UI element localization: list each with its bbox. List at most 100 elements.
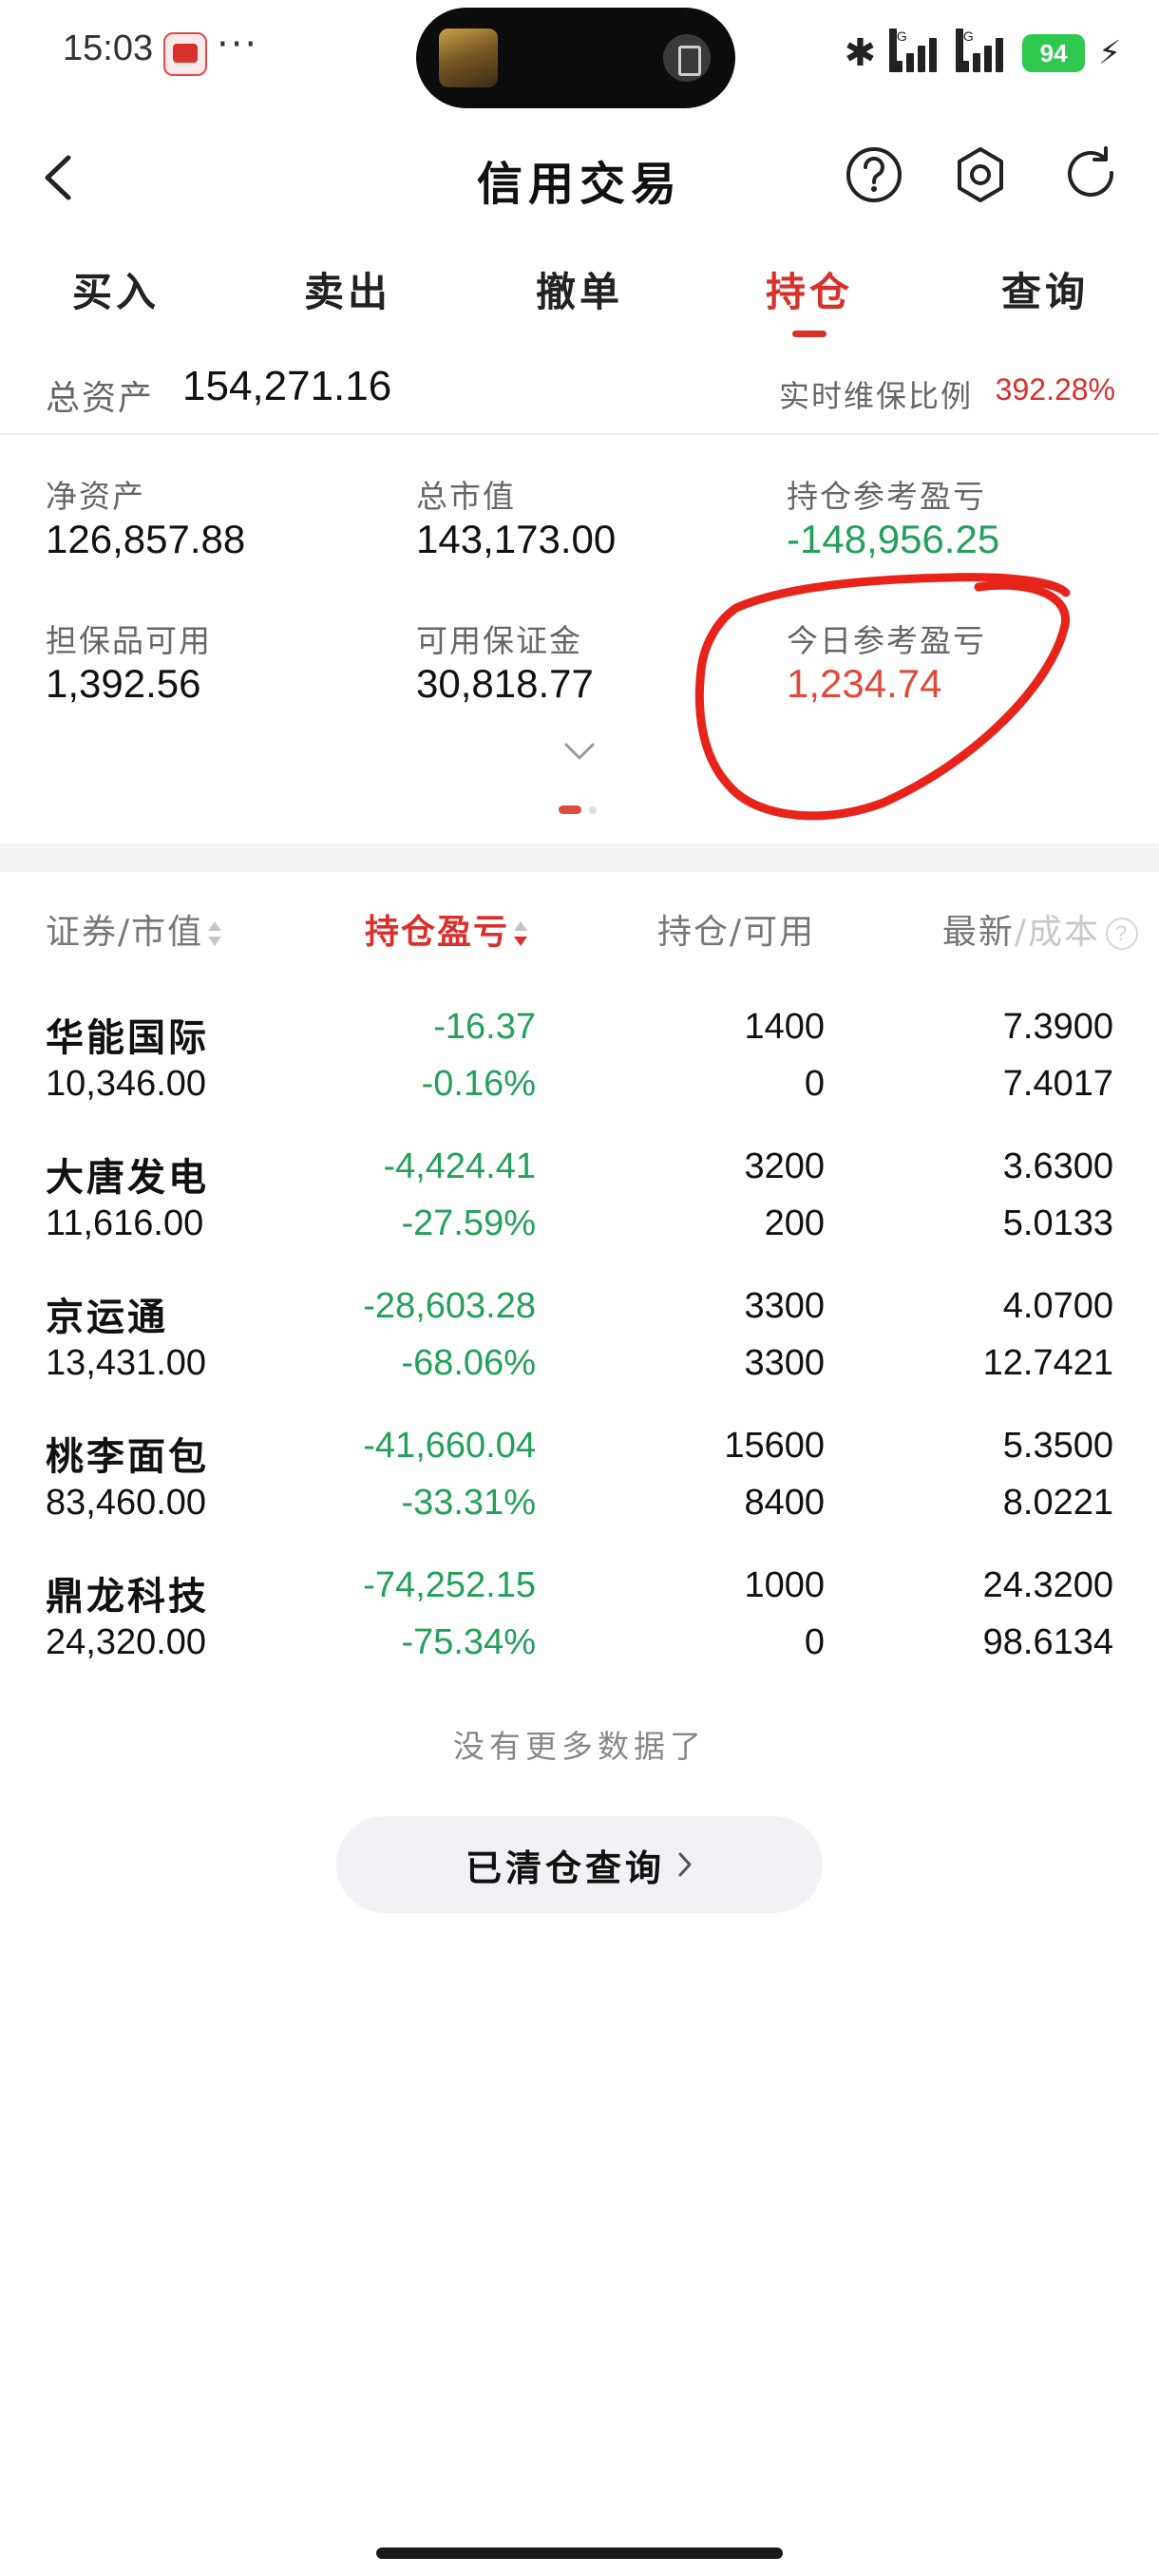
latest-price: 4.0700: [1002, 1286, 1113, 1326]
market-value: 10,346.00: [46, 1064, 207, 1104]
status-time: 15:03: [63, 28, 154, 68]
maintenance-ratio-label: 实时维保比例: [779, 378, 974, 414]
latest-price: 24.3200: [982, 1565, 1113, 1605]
tab-cancel-order[interactable]: 撤单: [513, 260, 646, 318]
available-qty: 8400: [744, 1483, 825, 1523]
app-header: 信用交易: [0, 123, 1159, 228]
total-market-value-value: 143,173.00: [416, 517, 617, 561]
latest-price: 5.3500: [1002, 1426, 1113, 1466]
market-value: 83,460.00: [46, 1483, 207, 1523]
collateral-available-label: 担保品可用: [46, 622, 212, 659]
cost-price: 5.0133: [1002, 1203, 1113, 1243]
tab-query[interactable]: 查询: [978, 260, 1112, 318]
total-assets-row: 总资产 154,271.16 实时维保比例 392.28%: [0, 353, 1159, 435]
position-pnl-value: -148,956.25: [787, 517, 1000, 561]
cost-price: 12.7421: [982, 1343, 1113, 1383]
column-latest-cost[interactable]: 最新/成本?: [942, 904, 1138, 954]
chevron-down-icon[interactable]: [560, 739, 598, 764]
total-assets-label: 总资产: [46, 379, 155, 418]
media-thumbnail: [439, 28, 498, 87]
position-pnl: 持仓参考盈亏 -148,956.25: [787, 471, 1129, 562]
page-dot: [589, 806, 597, 814]
market-value: 24,320.00: [46, 1622, 207, 1662]
latest-price: 3.6300: [1002, 1146, 1113, 1186]
cost-price: 98.6134: [982, 1622, 1113, 1662]
column-holding-label: 持仓/可用: [657, 913, 816, 952]
battery-icon: 94: [1022, 34, 1086, 72]
position-pnl-label: 持仓参考盈亏: [787, 478, 986, 515]
position-pnl-pct-cell: -33.31%: [401, 1483, 536, 1523]
position-pnl-cell: -4,424.41: [383, 1146, 536, 1186]
available-qty: 0: [804, 1064, 825, 1104]
column-pnl[interactable]: 持仓盈亏: [365, 904, 528, 954]
info-icon[interactable]: ?: [1106, 918, 1138, 950]
column-cost-label: 成本: [1027, 913, 1100, 952]
active-tab-indicator: [792, 331, 826, 337]
maintenance-ratio-value: 392.28%: [995, 372, 1115, 407]
tab-bar: 买入 卖出 撤单 持仓 查询: [0, 249, 1159, 340]
refresh-icon[interactable]: [1060, 144, 1121, 205]
section-divider: [0, 843, 1159, 872]
annotation-circle: [694, 573, 1071, 821]
table-row[interactable]: 华能国际 10,346.00 -16.37 -0.16% 1400 0 7.39…: [0, 995, 1159, 1136]
available-qty: 0: [804, 1622, 825, 1662]
cleared-positions-query-label: 已清仓查询: [465, 1847, 665, 1889]
net-assets-value: 126,857.88: [46, 517, 246, 561]
market-value: 11,616.00: [46, 1203, 204, 1243]
security-name: 鼎龙科技: [46, 1575, 209, 1619]
gear-icon[interactable]: [950, 144, 1011, 205]
cost-price: 7.4017: [1002, 1064, 1113, 1104]
column-pnl-label: 持仓盈亏: [365, 913, 510, 952]
signal-icon: 4G: [889, 28, 942, 76]
holding-qty: 3300: [744, 1286, 825, 1326]
total-market-value-label: 总市值: [416, 478, 516, 515]
cost-price: 8.0221: [1002, 1483, 1113, 1523]
table-row[interactable]: 大唐发电 11,616.00 -4,424.41 -27.59% 3200 20…: [0, 1135, 1159, 1276]
home-indicator[interactable]: [376, 2548, 783, 2559]
tab-buy[interactable]: 买入: [49, 260, 182, 318]
column-security[interactable]: 证券/市值: [46, 904, 222, 954]
collateral-available-value: 1,392.56: [46, 661, 201, 706]
positions-table-header: 证券/市值 持仓盈亏 持仓/可用 最新/成本?: [0, 893, 1159, 965]
holding-qty: 15600: [724, 1426, 825, 1466]
collateral-available: 担保品可用 1,392.56: [46, 616, 388, 707]
market-value: 13,431.00: [46, 1343, 207, 1383]
calculator-icon: [663, 34, 711, 82]
total-assets-value: 154,271.16: [182, 363, 392, 409]
holding-qty: 1400: [744, 1007, 825, 1047]
holding-qty: 1000: [744, 1565, 825, 1605]
no-more-data-text: 没有更多数据了: [453, 1728, 706, 1765]
position-pnl-pct-cell: -68.06%: [401, 1343, 536, 1383]
chevron-right-icon: [678, 1852, 692, 1877]
cleared-positions-query-button[interactable]: 已清仓查询: [336, 1816, 823, 1913]
position-pnl-pct-cell: -75.34%: [401, 1622, 536, 1662]
total-market-value: 总市值 143,173.00: [416, 471, 758, 562]
bluetooth-icon: ✱: [844, 31, 877, 75]
sort-icon: [207, 921, 222, 946]
table-row[interactable]: 桃李面包 83,460.00 -41,660.04 -33.31% 15600 …: [0, 1414, 1159, 1555]
signal-icon: 5G: [956, 28, 1009, 76]
dynamic-island[interactable]: [416, 8, 735, 108]
table-row[interactable]: 鼎龙科技 24,320.00 -74,252.15 -75.34% 1000 0…: [0, 1554, 1159, 1695]
position-pnl-pct-cell: -27.59%: [401, 1203, 536, 1243]
status-bar: 15:03 ··· ✱ 4G 5G 94 ⚡: [0, 0, 1159, 114]
table-row[interactable]: 京运通 13,431.00 -28,603.28 -68.06% 3300 33…: [0, 1275, 1159, 1415]
help-icon[interactable]: [844, 144, 904, 205]
security-name: 桃李面包: [46, 1435, 209, 1479]
page-dot-active: [559, 805, 581, 814]
security-name: 华能国际: [46, 1016, 209, 1060]
security-name: 京运通: [46, 1296, 168, 1339]
app-icon: [163, 32, 207, 76]
tab-sell[interactable]: 卖出: [281, 260, 414, 318]
column-security-label: 证券/市值: [46, 913, 204, 952]
position-pnl-cell: -16.37: [433, 1007, 536, 1047]
security-name: 大唐发电: [46, 1156, 209, 1200]
position-pnl-cell: -74,252.15: [363, 1565, 536, 1605]
tab-positions[interactable]: 持仓: [743, 260, 876, 318]
available-qty: 200: [764, 1203, 825, 1243]
status-indicators: ✱ 4G 5G 94 ⚡: [845, 27, 1121, 80]
column-slash: /: [1014, 913, 1028, 952]
more-notifications-icon: ···: [217, 23, 259, 66]
column-holding[interactable]: 持仓/可用: [657, 904, 815, 954]
holding-qty: 3200: [744, 1146, 825, 1186]
